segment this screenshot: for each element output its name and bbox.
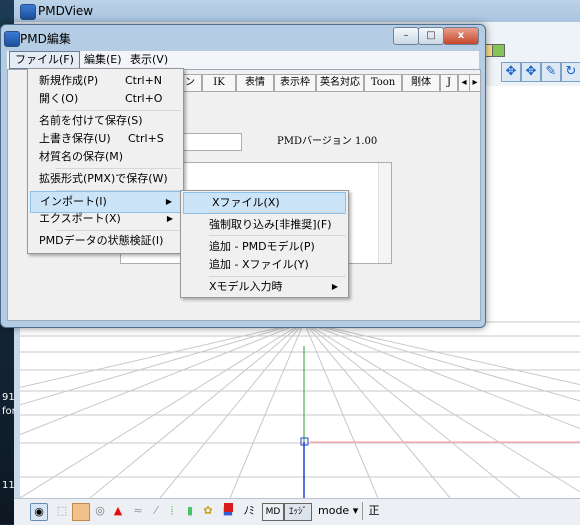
menu-item-overwrite-save[interactable]: 上書き保存(U) Ctrl+S (30, 129, 181, 149)
submenu-item-add-pmd[interactable]: 追加 - PMDモデル(P) (183, 237, 346, 257)
tab-scroll-right[interactable]: ▸ (469, 74, 481, 92)
main-window-title: PMDView (38, 4, 94, 18)
app-icon (20, 4, 36, 20)
move-icon[interactable]: ✥ (501, 62, 521, 82)
bottom-toolbar: ◉ ⬚ ◎ ▲ ≈ ⁄ ⦙ ▮ ✿ ■ ﾉﾐ MD ｴｯｼﾞ mode ▾ 正 (14, 498, 580, 525)
menu-item-shortcut: Ctrl+S (128, 132, 164, 145)
tab-ik[interactable]: IK (202, 74, 236, 92)
menu-item-validate-pmd[interactable]: PMDデータの状態検証(I) (30, 231, 181, 251)
menu-edit[interactable]: 編集(E) (79, 52, 127, 68)
minimize-button[interactable]: – (393, 27, 419, 45)
menu-item-label: 開く(O) (39, 92, 79, 105)
sei-button[interactable]: 正 (366, 503, 382, 519)
menu-item-label: エクスポート(X) (39, 212, 121, 225)
red-swatch-icon (224, 503, 233, 512)
edit-title-bar[interactable]: PMD編集 – □ x (1, 25, 485, 49)
tab-morph[interactable]: 表情 (236, 74, 274, 92)
menu-item-label: 上書き保存(U) (39, 132, 111, 145)
chevron-down-icon: ▾ (352, 504, 359, 517)
target-icon[interactable]: ◎ (92, 503, 108, 519)
tab-toon[interactable]: Toon (364, 74, 402, 92)
submenu-item-label: Xファイル(X) (212, 196, 280, 209)
import-submenu: Xファイル(X) 強制取り込み[非推奨](F) 追加 - PMDモデル(P) 追… (180, 190, 349, 298)
tab-joint[interactable]: J (440, 74, 458, 92)
submenu-arrow-icon: ▶ (166, 214, 173, 223)
maximize-button[interactable]: □ (418, 27, 444, 45)
grid-icon[interactable] (492, 44, 505, 57)
paint-icon[interactable] (72, 503, 90, 521)
menu-item-shortcut: Ctrl+O (125, 92, 163, 105)
edit-app-icon (4, 31, 20, 47)
tab-english-name[interactable]: 英名対応 (316, 74, 364, 92)
edit-window-title: PMD編集 (20, 32, 71, 46)
menu-item-label: 新規作成(P) (39, 74, 99, 87)
triangle-icon[interactable]: ▲ (110, 503, 126, 519)
submenu-item-force-import[interactable]: 強制取り込み[非推奨](F) (183, 215, 346, 235)
main-title-bar: PMDView (14, 0, 580, 22)
submenu-arrow-icon: ▶ (331, 282, 338, 291)
line-icon[interactable]: ⁄ (148, 503, 164, 519)
move-xy-icon[interactable]: ✥ (521, 62, 541, 82)
menu-view[interactable]: 表示(V) (125, 52, 173, 68)
menu-item-label: PMDデータの状態検証(I) (39, 234, 164, 247)
joint-icon[interactable]: ▮ (182, 503, 198, 519)
menu-item-save-pmx[interactable]: 拡張形式(PMX)で保存(W) (30, 169, 181, 189)
menu-item-label: 材質名の保存(M) (39, 150, 124, 163)
menu-separator (209, 212, 346, 213)
submenu-item-label: Xモデル入力時 (209, 280, 283, 293)
select-box-icon[interactable]: ⬚ (54, 503, 70, 519)
desktop-label: 11 (2, 480, 15, 491)
scrollbar[interactable] (378, 163, 391, 263)
edit-menubar: ファイル(F) 編集(E) 表示(V) (7, 51, 479, 69)
menu-item-new[interactable]: 新規作成(P) Ctrl+N (30, 71, 181, 91)
nomi-button[interactable]: ﾉﾐ (240, 503, 258, 519)
submenu-item-label: 追加 - PMDモデル(P) (209, 240, 315, 253)
submenu-item-xmodel-input[interactable]: Xモデル入力時 ▶ (183, 277, 346, 297)
pmd-version-label: PMDバージョン 1.00 (277, 136, 378, 147)
menu-item-label: 拡張形式(PMX)で保存(W) (39, 172, 168, 185)
menu-item-save-as[interactable]: 名前を付けて保存(S) (30, 111, 181, 131)
close-button[interactable]: x (443, 27, 479, 45)
desktop-label: 91 (2, 392, 15, 403)
rotate-icon[interactable]: ↻ (561, 62, 580, 82)
menu-item-label: 名前を付けて保存(S) (39, 114, 143, 127)
tab-rigid-body[interactable]: 剛体 (402, 74, 440, 92)
select-vertex-icon[interactable]: ◉ (30, 503, 48, 521)
submenu-item-label: 強制取り込み[非推奨](F) (209, 218, 332, 231)
menu-item-open[interactable]: 開く(O) Ctrl+O (30, 89, 181, 109)
menu-file[interactable]: ファイル(F) (9, 51, 80, 69)
tab-display-frame[interactable]: 表示枠 (274, 74, 316, 92)
md-toggle[interactable]: MD (262, 503, 284, 521)
submenu-item-add-xfile[interactable]: 追加 - Xファイル(Y) (183, 255, 346, 275)
submenu-item-xfile[interactable]: Xファイル(X) (183, 192, 346, 214)
mode-label: mode (318, 504, 350, 517)
bone-icon[interactable]: ⦙ (164, 503, 180, 519)
menu-separator (209, 235, 346, 236)
pen-icon[interactable]: ✎ (541, 62, 561, 82)
mode-dropdown[interactable]: mode ▾ (318, 503, 358, 519)
menu-item-export[interactable]: エクスポート(X) ▶ (30, 209, 181, 229)
menu-item-shortcut: Ctrl+N (125, 74, 163, 87)
file-menu-dropdown: 新規作成(P) Ctrl+N 開く(O) Ctrl+O 名前を付けて保存(S) … (27, 68, 184, 254)
divider (362, 502, 363, 520)
wave-icon[interactable]: ≈ (130, 503, 146, 519)
submenu-item-label: 追加 - Xファイル(Y) (209, 258, 309, 271)
star-icon[interactable]: ✿ (200, 503, 216, 519)
menu-item-save-material-names[interactable]: 材質名の保存(M) (30, 147, 181, 167)
edge-toggle[interactable]: ｴｯｼﾞ (284, 503, 312, 521)
